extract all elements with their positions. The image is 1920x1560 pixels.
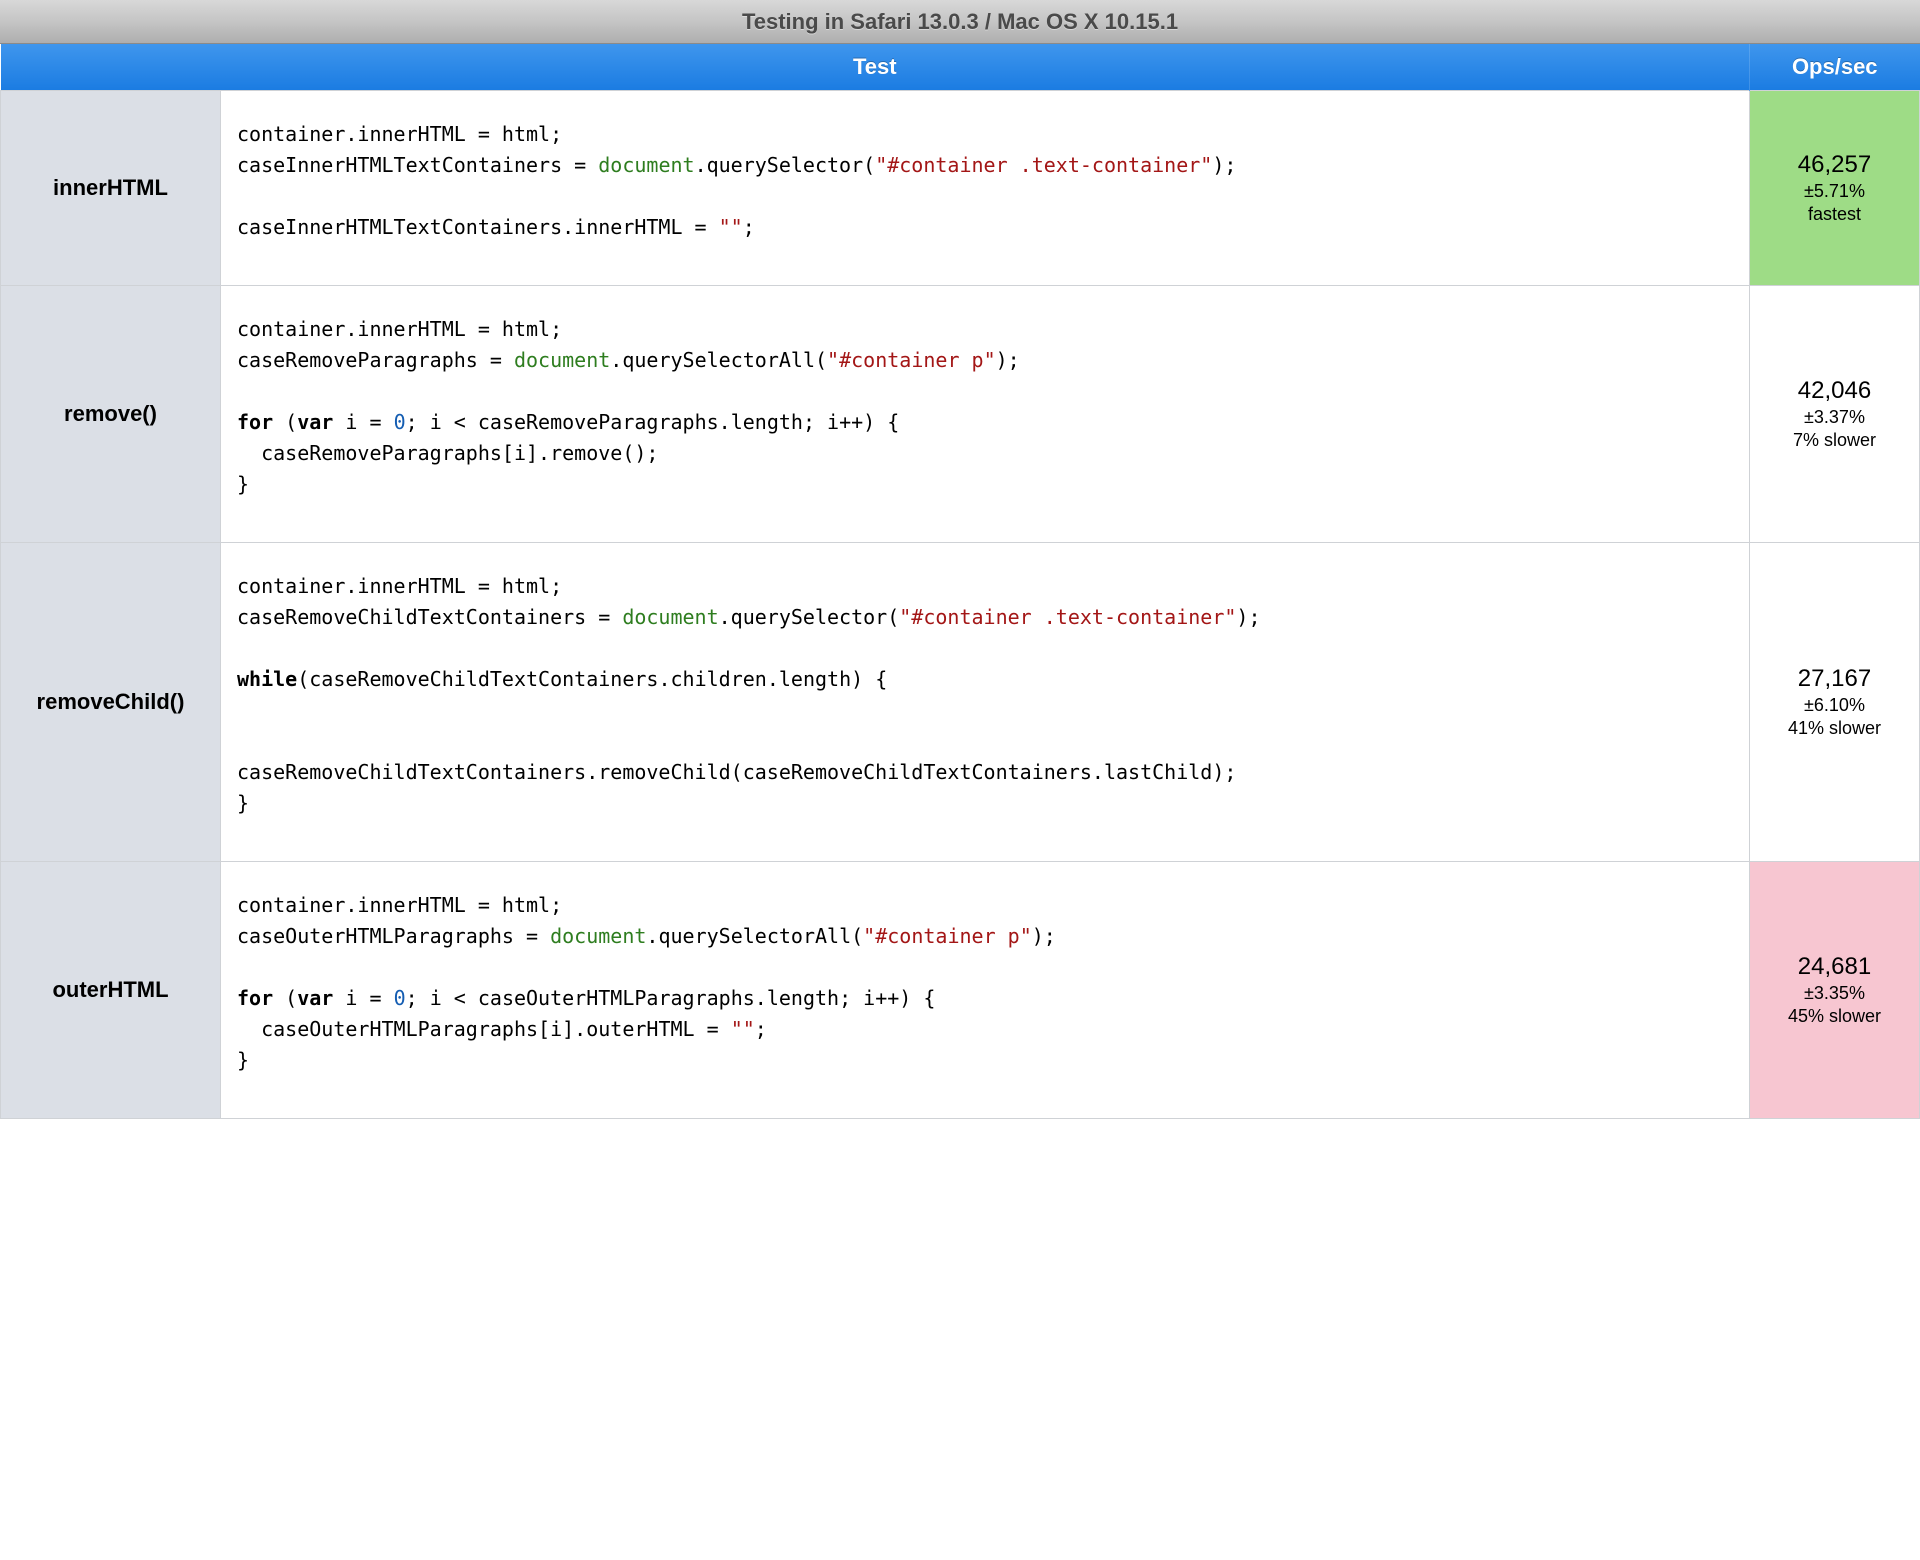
table-row: outerHTMLcontainer.innerHTML = html; cas… xyxy=(1,862,1920,1119)
test-code-cell: container.innerHTML = html; caseInnerHTM… xyxy=(221,91,1750,286)
test-code-cell: container.innerHTML = html; caseRemovePa… xyxy=(221,286,1750,543)
code-keyword: for xyxy=(237,410,273,434)
test-name-cell: removeChild() xyxy=(1,543,221,862)
code-string: "#container .text-container" xyxy=(899,605,1236,629)
code-global: document xyxy=(514,348,610,372)
table-row: innerHTMLcontainer.innerHTML = html; cas… xyxy=(1,91,1920,286)
window-title: Testing in Safari 13.0.3 / Mac OS X 10.1… xyxy=(742,9,1178,35)
code-string: "#container p" xyxy=(863,924,1032,948)
ops-rank: 45% slower xyxy=(1750,1006,1919,1027)
code-keyword: while xyxy=(237,667,297,691)
code-string: "" xyxy=(719,215,743,239)
code-global: document xyxy=(622,605,718,629)
code-block: container.innerHTML = html; caseOuterHTM… xyxy=(237,890,1733,1076)
test-name-cell: innerHTML xyxy=(1,91,221,286)
test-name-cell: outerHTML xyxy=(1,862,221,1119)
benchmark-table: Test Ops/sec innerHTMLcontainer.innerHTM… xyxy=(0,44,1920,1119)
window-titlebar: Testing in Safari 13.0.3 / Mac OS X 10.1… xyxy=(0,0,1920,44)
code-global: document xyxy=(598,153,694,177)
column-header-test: Test xyxy=(1,44,1750,91)
ops-rank: fastest xyxy=(1750,204,1919,225)
code-block: container.innerHTML = html; caseInnerHTM… xyxy=(237,119,1733,243)
test-code-cell: container.innerHTML = html; caseOuterHTM… xyxy=(221,862,1750,1119)
code-number: 0 xyxy=(394,986,406,1010)
code-block: container.innerHTML = html; caseRemoveCh… xyxy=(237,571,1733,819)
ops-error: ±6.10% xyxy=(1750,695,1919,716)
ops-value: 24,681 xyxy=(1750,953,1919,981)
code-keyword: var xyxy=(297,410,333,434)
ops-rank: 41% slower xyxy=(1750,718,1919,739)
table-row: removeChild()container.innerHTML = html;… xyxy=(1,543,1920,862)
ops-rank: 7% slower xyxy=(1750,430,1919,451)
ops-error: ±5.71% xyxy=(1750,181,1919,202)
code-string: "" xyxy=(731,1017,755,1041)
table-row: remove()container.innerHTML = html; case… xyxy=(1,286,1920,543)
ops-cell: 24,681±3.35%45% slower xyxy=(1750,862,1920,1119)
column-header-ops: Ops/sec xyxy=(1750,44,1920,91)
ops-value: 46,257 xyxy=(1750,151,1919,179)
code-keyword: for xyxy=(237,986,273,1010)
ops-cell: 42,046±3.37%7% slower xyxy=(1750,286,1920,543)
code-block: container.innerHTML = html; caseRemovePa… xyxy=(237,314,1733,500)
ops-cell: 27,167±6.10%41% slower xyxy=(1750,543,1920,862)
code-global: document xyxy=(550,924,646,948)
ops-cell: 46,257±5.71%fastest xyxy=(1750,91,1920,286)
ops-value: 27,167 xyxy=(1750,665,1919,693)
code-string: "#container .text-container" xyxy=(875,153,1212,177)
ops-error: ±3.35% xyxy=(1750,983,1919,1004)
test-name-cell: remove() xyxy=(1,286,221,543)
test-code-cell: container.innerHTML = html; caseRemoveCh… xyxy=(221,543,1750,862)
ops-value: 42,046 xyxy=(1750,377,1919,405)
ops-error: ±3.37% xyxy=(1750,407,1919,428)
code-string: "#container p" xyxy=(827,348,996,372)
code-keyword: var xyxy=(297,986,333,1010)
code-number: 0 xyxy=(394,410,406,434)
